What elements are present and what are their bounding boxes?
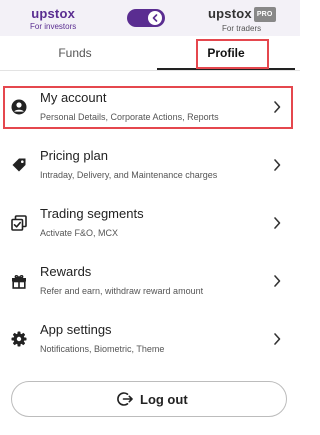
gift-icon (12, 274, 26, 289)
menu-item-subtitle: Intraday, Delivery, and Maintenance char… (40, 170, 218, 180)
segments-icon (11, 215, 27, 231)
tab-funds[interactable]: Funds (0, 36, 150, 70)
menu-item-title: Trading segments (40, 206, 144, 221)
traders-caption: For traders (222, 24, 262, 34)
menu-item-trading-segments[interactable]: Trading segments Activate F&O, MCX (0, 197, 300, 249)
pro-badge: PRO (253, 7, 276, 23)
top-bar: upstox For investors upstox PRO For trade… (0, 0, 300, 36)
upstox-pro-logo: upstox PRO (208, 6, 276, 23)
investors-brand[interactable]: upstox For investors (30, 7, 76, 31)
menu-item-title: Pricing plan (40, 148, 108, 163)
pro-brand[interactable]: upstox PRO For traders (208, 7, 276, 33)
gear-icon (11, 331, 27, 347)
tag-icon (12, 158, 26, 172)
menu-item-rewards[interactable]: Rewards Refer and earn, withdraw reward … (0, 255, 300, 307)
logout-button[interactable]: Log out (11, 381, 287, 417)
menu-item-title: Rewards (40, 264, 92, 279)
logout-icon (117, 392, 133, 406)
my-account-highlight (3, 86, 293, 129)
chevron-right-icon (274, 159, 281, 171)
menu-item-pricing-plan[interactable]: Pricing plan Intraday, Delivery, and Mai… (0, 139, 300, 191)
chevron-right-icon (274, 333, 281, 345)
chevron-right-icon (274, 217, 281, 229)
toggle-knob (148, 11, 162, 25)
menu-item-title: App settings (40, 322, 112, 337)
menu-item-app-settings[interactable]: App settings Notifications, Biometric, T… (0, 313, 300, 365)
chevron-left-icon (152, 14, 158, 22)
profile-tab-highlight (196, 39, 269, 69)
chevron-right-icon (274, 275, 281, 287)
upstox-logo: upstox (31, 6, 76, 21)
menu-item-subtitle: Refer and earn, withdraw reward amount (40, 286, 204, 296)
menu-item-subtitle: Notifications, Biometric, Theme (40, 344, 165, 354)
menu-item-subtitle: Activate F&O, MCX (40, 228, 119, 238)
investors-caption: For investors (30, 22, 77, 31)
logout-label: Log out (140, 392, 188, 407)
upstox-pro-text: upstox (208, 6, 252, 21)
app-switch-toggle[interactable] (127, 9, 165, 27)
